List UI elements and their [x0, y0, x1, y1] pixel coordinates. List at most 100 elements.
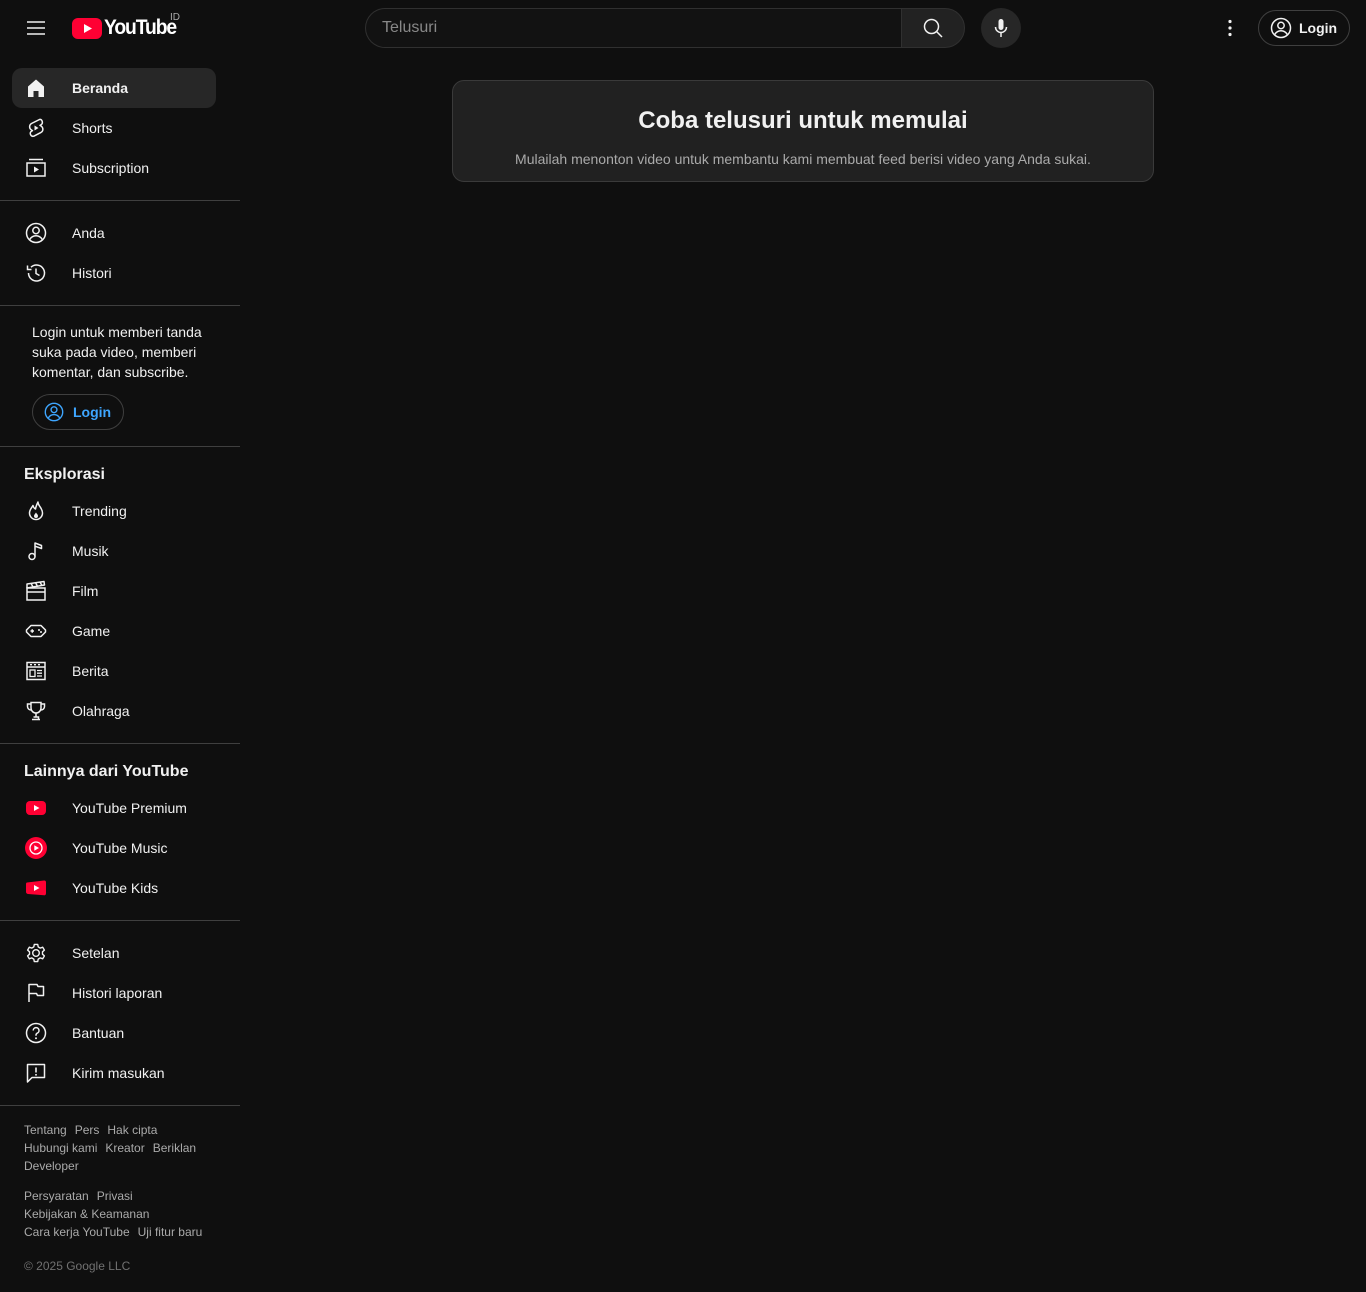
search-input[interactable]	[382, 19, 902, 37]
sidebar-login-button[interactable]: Login	[32, 394, 124, 430]
sidebar-item-label: YouTube Premium	[72, 800, 187, 816]
sidebar-item-label: Film	[72, 583, 99, 599]
feedback-icon	[26, 1063, 46, 1083]
search-button[interactable]	[901, 8, 965, 48]
sidebar-item-label: Game	[72, 623, 111, 639]
footer-secondary-links: Persyaratan Privasi Kebijakan & Keamanan …	[24, 1187, 224, 1241]
sidebar-item-label: Kirim masukan	[72, 1065, 165, 1081]
youtube-logo[interactable]: YouTube ID	[72, 12, 182, 40]
settings-menu-button[interactable]	[1210, 8, 1250, 48]
sidebar-item-label: Anda	[72, 225, 105, 241]
sidebar-item-beranda[interactable]: Beranda	[12, 68, 216, 108]
youtube-logo-icon	[72, 17, 102, 39]
footer-link[interactable]: Privasi	[97, 1189, 133, 1203]
trending-icon	[28, 501, 44, 521]
guide-menu-button[interactable]	[16, 8, 56, 48]
signin-prompt: Login untuk memberi tanda suka pada vide…	[32, 324, 202, 380]
sidebar-item-youtube-premium[interactable]: YouTube Premium	[12, 788, 216, 828]
shorts-icon	[28, 118, 44, 138]
search-icon	[923, 18, 943, 38]
sidebar-item-label: Olahraga	[72, 703, 130, 719]
country-code: ID	[170, 12, 180, 23]
gaming-icon	[25, 624, 47, 638]
sidebar-item-label: Berita	[72, 663, 109, 679]
sidebar-item-kirim-masukan[interactable]: Kirim masukan	[12, 1053, 216, 1093]
microphone-icon	[994, 19, 1008, 37]
prompt-title: Coba telusuri untuk memulai	[638, 107, 968, 134]
prompt-subtitle: Mulailah menonton video untuk membantu k…	[515, 151, 1091, 167]
footer-link[interactable]: Uji fitur baru	[138, 1225, 203, 1239]
account-circle-icon	[1270, 17, 1292, 39]
more-from-youtube-title: Lainnya dari YouTube	[24, 763, 189, 780]
footer-link[interactable]: Persyaratan	[24, 1189, 89, 1203]
sidebar-item-trending[interactable]: Trending	[12, 491, 216, 531]
sidebar-item-youtube-kids[interactable]: YouTube Kids	[12, 868, 216, 908]
sidebar-item-subscription[interactable]: Subscription	[12, 148, 216, 188]
sidebar-item-label: YouTube Music	[72, 840, 168, 856]
sidebar-divider	[0, 743, 240, 744]
sidebar-item-histori[interactable]: Histori	[12, 253, 216, 293]
footer-link[interactable]: Kreator	[105, 1141, 144, 1155]
logo-text: YouTube	[104, 16, 177, 39]
music-icon	[28, 542, 43, 561]
film-icon	[26, 580, 46, 601]
footer-link[interactable]: Kebijakan & Keamanan	[24, 1207, 149, 1221]
sidebar-item-shorts[interactable]: Shorts	[12, 108, 216, 148]
youtube-music-icon	[25, 837, 47, 859]
sidebar-item-label: Musik	[72, 543, 109, 559]
masthead: YouTube ID Login	[0, 0, 1366, 56]
header-login-label: Login	[1299, 20, 1338, 36]
sidebar-item-label: Histori laporan	[72, 985, 163, 1001]
footer-link[interactable]: Pers	[75, 1123, 100, 1137]
help-icon	[25, 1022, 47, 1044]
voice-search-button[interactable]	[981, 8, 1021, 48]
sidebar-item-youtube-music[interactable]: YouTube Music	[12, 828, 216, 868]
home-icon	[28, 79, 44, 97]
footer-link[interactable]: Cara kerja YouTube	[24, 1225, 130, 1239]
sidebar-item-label: Shorts	[72, 120, 113, 136]
sidebar-item-setelan[interactable]: Setelan	[12, 933, 216, 973]
sidebar-divider	[0, 446, 240, 447]
sidebar-login-label: Login	[73, 404, 112, 420]
sidebar-item-label: Histori	[72, 265, 112, 281]
header-login-button[interactable]: Login	[1258, 10, 1350, 46]
sidebar-divider	[0, 920, 240, 921]
sidebar-item-anda[interactable]: Anda	[12, 213, 216, 253]
sidebar-item-film[interactable]: Film	[12, 571, 216, 611]
search-prompt-card: Coba telusuri untuk memulai Mulailah men…	[452, 80, 1154, 182]
sidebar-divider	[0, 200, 240, 201]
settings-icon	[26, 943, 46, 963]
history-icon	[26, 264, 46, 282]
sidebar-item-label: YouTube Kids	[72, 880, 159, 896]
footer-primary-links: Tentang Pers Hak cipta Hubungi kami Kreator…	[24, 1121, 224, 1175]
sidebar-item-label: Trending	[72, 503, 127, 519]
youtube-kids-icon	[26, 880, 46, 896]
subscriptions-icon	[26, 158, 46, 177]
sidebar-item-olahraga[interactable]: Olahraga	[12, 691, 216, 731]
sidebar-divider	[0, 305, 240, 306]
sidebar-item-label: Subscription	[72, 160, 150, 176]
footer-link[interactable]: Beriklan	[153, 1141, 196, 1155]
sidebar-item-game[interactable]: Game	[12, 611, 216, 651]
sidebar-item-histori-laporan[interactable]: Histori laporan	[12, 973, 216, 1013]
sidebar-item-bantuan[interactable]: Bantuan	[12, 1013, 216, 1053]
footer-link[interactable]: Hubungi kami	[24, 1141, 97, 1155]
sidebar-divider	[0, 1105, 240, 1106]
hamburger-icon	[27, 21, 45, 35]
more-vertical-icon	[1228, 19, 1232, 37]
sidebar-item-label: Setelan	[72, 945, 120, 961]
sidebar-item-berita[interactable]: Berita	[12, 651, 216, 691]
explore-section-title: Eksplorasi	[24, 466, 105, 483]
search-box[interactable]	[365, 8, 902, 48]
account-icon	[25, 222, 47, 244]
footer-link[interactable]: Tentang	[24, 1123, 67, 1137]
sidebar-item-musik[interactable]: Musik	[12, 531, 216, 571]
sidebar-item-label: Bantuan	[72, 1025, 125, 1041]
flag-icon	[28, 983, 45, 1002]
account-circle-icon	[44, 402, 64, 422]
sports-trophy-icon	[26, 701, 46, 721]
footer-link[interactable]: Developer	[24, 1159, 79, 1173]
sidebar-item-label: Beranda	[72, 80, 129, 96]
copyright: © 2025 Google LLC	[24, 1259, 131, 1273]
footer-link[interactable]: Hak cipta	[107, 1123, 157, 1137]
